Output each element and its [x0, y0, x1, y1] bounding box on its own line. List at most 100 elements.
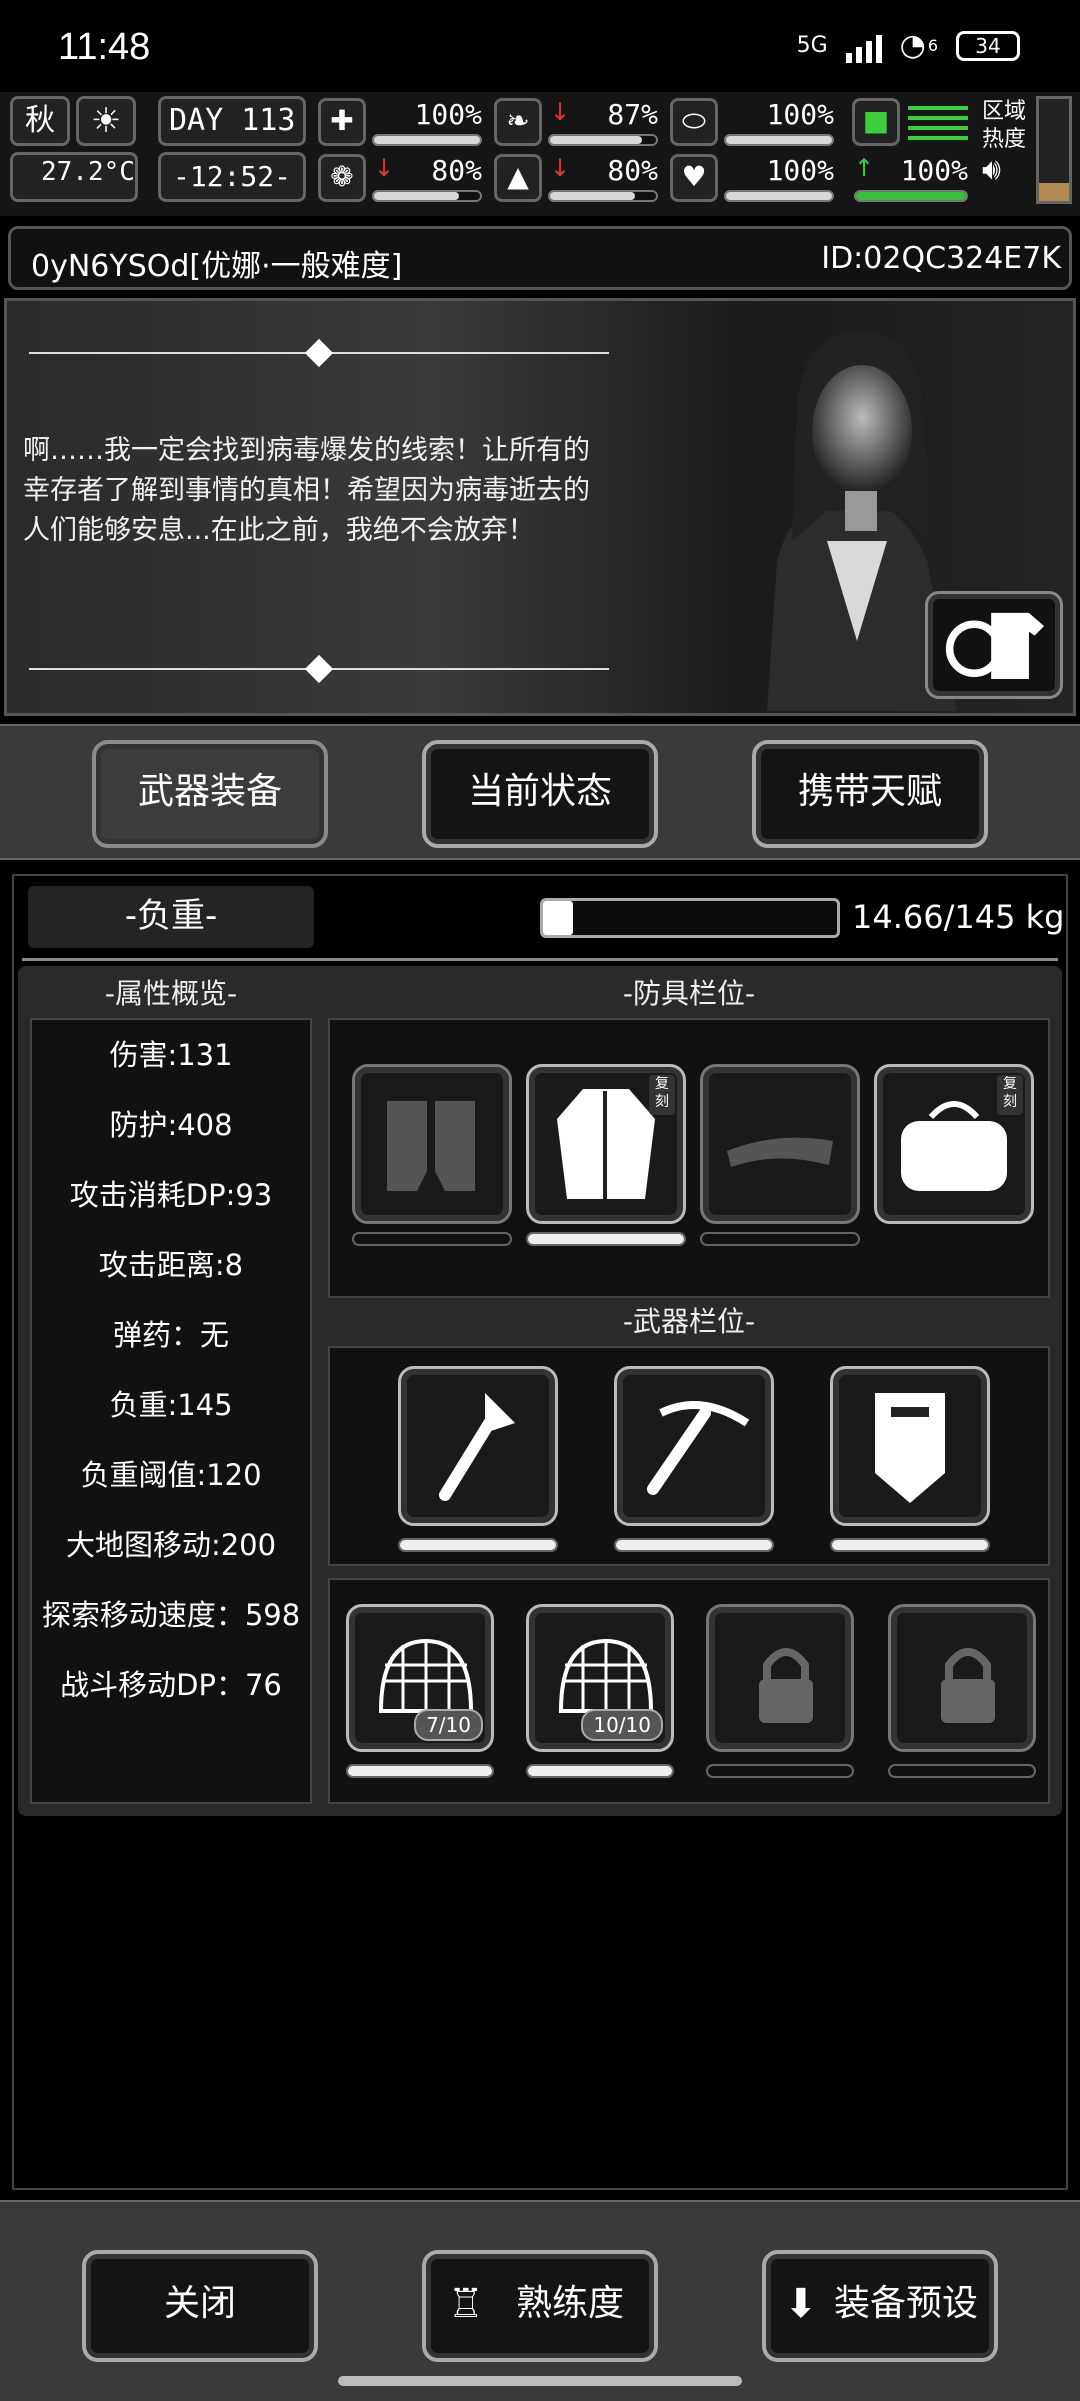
network-type: 5G — [796, 33, 828, 58]
stat-bar — [548, 190, 658, 202]
weapon-slot-pickaxe[interactable] — [614, 1366, 774, 1526]
item-count: 10/10 — [581, 1709, 663, 1741]
riot-shield-icon — [875, 1393, 945, 1503]
day-number: 113 — [241, 103, 296, 138]
stat-bar — [724, 190, 834, 202]
bottom-action-bar: 关闭 ♖ 熟练度 ⬇ 装备预设 — [0, 2200, 1080, 2401]
fire-axe-icon — [439, 1393, 515, 1501]
locked-slot-icon — [759, 1648, 813, 1723]
attr-damage: 伤害:131 — [109, 1038, 233, 1072]
attr-combat-move: 战斗移动DP：76 — [60, 1668, 282, 1702]
day-counter: DAY 113 — [158, 96, 306, 146]
stat-health[interactable]: ✚ 100% — [318, 98, 486, 148]
equipment-panel: -负重- 14.66/145 kg -属性概览- 伤害:131 防护:408 攻… — [12, 874, 1068, 2190]
stat-sanity[interactable]: ❁ ↓ 80% — [318, 154, 486, 204]
equipment-area: -属性概览- 伤害:131 防护:408 攻击消耗DP:93 攻击距离:8 弹药… — [18, 966, 1062, 1816]
outfit-swap-icon — [945, 612, 1045, 679]
ornament-divider — [29, 654, 609, 684]
down-arrow-icon: ↓ — [550, 98, 571, 126]
attr-ammo: 弹药：无 — [112, 1318, 229, 1352]
battery-icon: 34 — [956, 30, 1020, 61]
preset-label: 装备预设 — [833, 2283, 978, 2324]
stat-stamina[interactable]: ↑ 100% — [852, 154, 972, 204]
attr-attack-range: 攻击距离:8 — [98, 1248, 244, 1282]
stat-bar — [724, 134, 834, 146]
tab-current-status[interactable]: 当前状态 — [422, 740, 658, 848]
zone-heat-bar — [1036, 96, 1072, 204]
clock-time: 11:48 — [58, 26, 151, 68]
stat-thirst[interactable]: ▲ ↓ 80% — [494, 154, 662, 204]
wifi-level: 6 — [927, 36, 938, 55]
stat-value: 80% — [431, 154, 482, 187]
season-weather-panel[interactable]: 秋 ☀ 27.2°C — [10, 96, 138, 204]
accessory-slot-locked[interactable] — [706, 1604, 854, 1752]
weapon-slot-shield[interactable] — [830, 1366, 990, 1526]
armor-title: -防具栏位- — [622, 977, 756, 1010]
durability-bar — [346, 1764, 494, 1778]
down-arrow-icon: ↓ — [550, 154, 571, 182]
system-status-bar: 11:48 5G ◔ 6 34 — [0, 0, 1080, 92]
sun-icon: ☀ — [76, 96, 136, 146]
brain-icon: ❁ — [318, 154, 366, 202]
stat-value: 100% — [414, 98, 482, 131]
day-label: DAY — [169, 103, 224, 138]
armor-slot-coat[interactable]: 复刻 — [526, 1064, 686, 1224]
armor-slot-headwear[interactable] — [700, 1064, 860, 1224]
accessory-slot-1[interactable]: 7/10 — [346, 1604, 494, 1752]
weapons-title: -武器栏位- — [622, 1305, 756, 1338]
durability-bar — [700, 1232, 860, 1246]
stomach-icon: ❧ — [494, 98, 542, 146]
day-panel[interactable]: DAY 113 -12:52- — [158, 96, 306, 204]
durability-bar — [830, 1538, 990, 1552]
system-icons: 5G ◔ 6 34 — [797, 28, 1020, 63]
accessory-slot-2[interactable]: 10/10 — [526, 1604, 674, 1752]
signal-strength-icon — [845, 29, 882, 63]
attributes-title: -属性概览- — [104, 977, 238, 1010]
weapon-slot-axe[interactable] — [398, 1366, 558, 1526]
pill-icon: ⬭ — [670, 98, 718, 146]
stat-value: 100% — [766, 154, 834, 187]
stat-mood[interactable]: ♥ 100% — [670, 154, 838, 204]
close-button[interactable]: 关闭 — [82, 2250, 318, 2362]
durability-bar — [398, 1538, 558, 1552]
durability-bar — [706, 1764, 854, 1778]
game-clock: -12:52- — [158, 152, 306, 202]
stat-value: 100% — [766, 98, 834, 131]
tab-carried-talents[interactable]: 携带天赋 — [752, 740, 988, 848]
visor-cap-icon — [727, 1137, 833, 1167]
player-info-bar: 0yN6YSOd[优娜·一般难度] ID:02QC324E7K — [8, 226, 1072, 290]
attr-attack-cost: 攻击消耗DP:93 — [69, 1178, 273, 1212]
item-count: 7/10 — [414, 1709, 483, 1741]
accessory-slot-locked[interactable] — [888, 1604, 1036, 1752]
pickaxe-icon — [647, 1401, 750, 1495]
trophy-icon: ♖ — [448, 2281, 484, 2327]
armor-slot-gloves[interactable] — [352, 1064, 512, 1224]
tab-bar: 武器装备 当前状态 携带天赋 — [0, 724, 1080, 860]
stat-hunger[interactable]: ❧ ↓ 87% — [494, 98, 662, 148]
down-arrow-icon: ↓ — [374, 154, 395, 182]
attr-carry-weight: 负重:145 — [109, 1388, 233, 1422]
proficiency-button[interactable]: ♖ 熟练度 — [422, 2250, 658, 2362]
tab-weapons-equipment[interactable]: 武器装备 — [92, 740, 328, 848]
equipment-preset-button[interactable]: ⬇ 装备预设 — [762, 2250, 998, 2362]
change-outfit-button[interactable] — [925, 591, 1063, 699]
replica-tag: 复刻 — [997, 1075, 1023, 1115]
stamina-lines-icon — [908, 106, 968, 140]
speaker-icon[interactable]: 🔊︎ — [982, 155, 1038, 185]
durability-bar — [888, 1764, 1036, 1778]
stat-bar — [372, 190, 482, 202]
attr-explore-speed: 探索移动速度：598 — [41, 1598, 301, 1632]
weight-value: 14.66/145 kg — [852, 898, 1065, 936]
durability-bar — [352, 1232, 512, 1246]
ornament-divider — [29, 338, 609, 368]
armor-slot-bag[interactable]: 复刻 — [874, 1064, 1034, 1224]
home-indicator[interactable] — [338, 2376, 742, 2386]
armor-slots: 复刻 复刻 — [328, 1018, 1050, 1298]
locked-slot-icon — [941, 1648, 995, 1723]
stat-value: 100% — [900, 154, 968, 187]
player-name: 0yN6YSOd[优娜·一般难度] — [31, 249, 403, 284]
medkit-icon: ✚ — [318, 98, 366, 146]
dialogue-text: 啊……我一定会找到病毒爆发的线索！让所有的幸存者了解到事情的真相！希望因为病毒逝… — [23, 435, 590, 546]
stat-stamina-level[interactable]: ■ — [852, 98, 972, 148]
stat-medicine[interactable]: ⬭ 100% — [670, 98, 838, 148]
